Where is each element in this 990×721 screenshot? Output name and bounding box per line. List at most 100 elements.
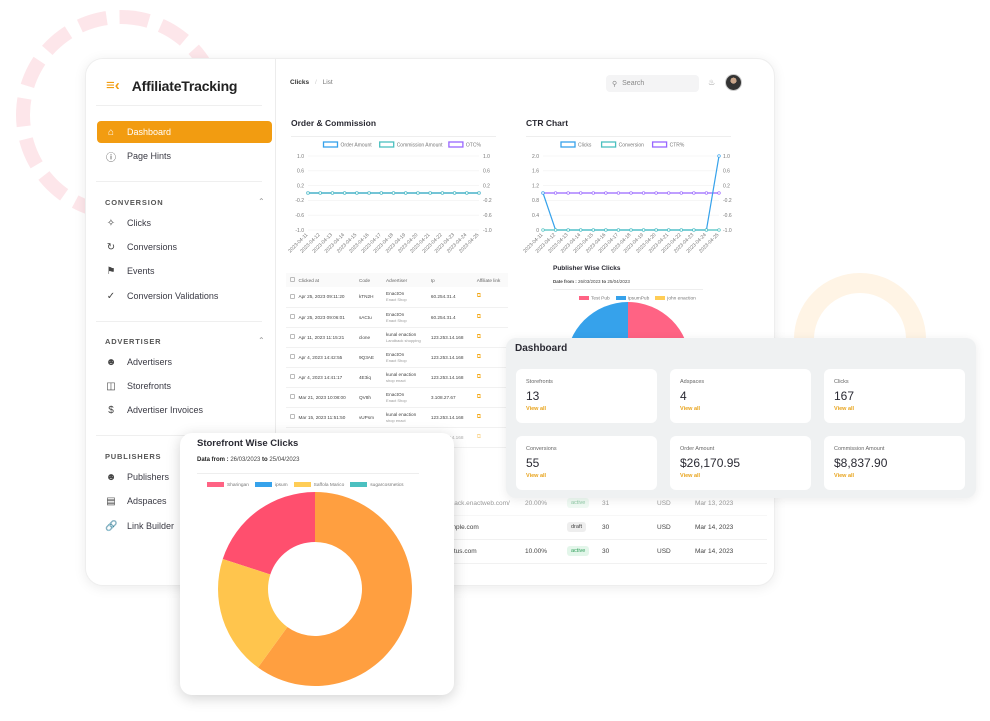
external-link-icon[interactable]: ⧉: [477, 394, 481, 400]
table-row[interactable]: Apr 25, 2023 09:06:01 sACtu EnactOn Enact S…: [286, 307, 508, 328]
divider: [96, 105, 262, 106]
affiliate-link-cell: ⧉: [476, 427, 508, 448]
stat-label: Clicks: [834, 379, 849, 385]
y-tick-label: 0.2: [297, 183, 304, 189]
external-link-icon[interactable]: ⧉: [477, 414, 481, 420]
date-to-label: to: [262, 457, 268, 463]
external-link-icon[interactable]: ⧉: [477, 374, 481, 380]
table-row[interactable]: ample.com draft 30 USD Mar 14, 2023: [447, 516, 767, 540]
advertiser-name: kunal enaction: [386, 411, 417, 417]
publisher-wise-clicks-chart: [570, 302, 686, 342]
ip-cell: 123.253.14.168: [430, 367, 477, 388]
table-row[interactable]: Apr 11, 2023 11:15:21 clone kunal enaction…: [286, 327, 508, 348]
column-header[interactable]: Code: [358, 273, 387, 287]
view-all-link[interactable]: View all: [526, 406, 546, 412]
row-checkbox[interactable]: [290, 354, 295, 359]
row-select-cell: [286, 407, 299, 428]
external-link-icon[interactable]: ⧉: [477, 354, 481, 360]
table-row[interactable]: Mar 21, 2023 10:08:00 QV8h EnactOn Enact Sh…: [286, 387, 508, 408]
affiliate-link-cell: ⧉: [476, 347, 508, 368]
sidebar-item-label: Advertisers: [127, 357, 173, 367]
row-checkbox[interactable]: [290, 394, 295, 399]
legend-item[interactable]: Sharingan: [207, 482, 249, 488]
table-row[interactable]: Apr 4, 2023 14:41:17 4E3iq kunal enaction s…: [286, 367, 508, 388]
view-all-link[interactable]: View all: [526, 473, 546, 479]
search-input[interactable]: ⚲ Search: [606, 75, 699, 92]
data-point: [342, 191, 347, 195]
legend-item[interactable]: john enaction: [655, 296, 696, 301]
sidebar-item-page-hints[interactable]: ⓘ Page Hints: [97, 145, 272, 167]
legend-item[interactable]: Saffola Marico: [293, 482, 344, 488]
user-avatar[interactable]: [725, 74, 742, 91]
clicked-at-cell: Apr 25, 2023 09:11:20: [298, 287, 359, 308]
chevron-up-icon[interactable]: ⌃: [258, 197, 265, 206]
select-all-checkbox[interactable]: [290, 277, 295, 282]
storefront-wise-clicks-card: Storefront Wise Clicks Data from : 26/03…: [180, 433, 454, 695]
external-link-icon[interactable]: ⧉: [477, 434, 481, 440]
view-all-link[interactable]: View all: [834, 473, 854, 479]
sidebar-item-label: Publishers: [127, 472, 170, 482]
menu-collapse-icon[interactable]: ≡‹: [106, 77, 120, 94]
storefront-chart-legend: Sharingan ipsum Saffola Marico sugarcosmeti…: [207, 482, 404, 488]
sidebar-item-advertisers[interactable]: ☻ Advertisers: [97, 351, 272, 373]
data-point: [428, 191, 432, 195]
column-header[interactable]: Advertiser: [386, 273, 431, 287]
clicked-at-cell: Apr 4, 2023 14:41:17: [298, 367, 359, 388]
breadcrumb-item[interactable]: Clicks: [290, 79, 309, 86]
search-icon: ⚲: [612, 80, 618, 88]
users-icon: ☻: [105, 471, 117, 483]
column-header[interactable]: Ip: [430, 273, 477, 287]
data-point: [367, 191, 371, 195]
legend-label: ipsum: [274, 482, 288, 488]
table-row[interactable]: Apr 4, 2023 14:42:55 9Q3AE EnactOn Enact Sh…: [286, 347, 508, 368]
legend-item[interactable]: IpsumPub: [615, 296, 649, 301]
sidebar-item-conversions[interactable]: ↻ Conversions: [97, 236, 272, 258]
sidebar-item-conversion-validations[interactable]: ✓ Conversion Validations: [97, 285, 272, 307]
app-logo[interactable]: ≡‹ AffiliateTracking: [106, 77, 237, 94]
code-cell: kTN2H: [358, 287, 387, 308]
sidebar-item-dashboard[interactable]: ⌂ Dashboard: [97, 121, 272, 143]
table-row[interactable]: Mar 15, 2023 11:51:50 vUPsm kunal enaction…: [286, 407, 508, 428]
advertiser-cell: EnactOn Enact Shop: [386, 307, 431, 328]
external-link-icon[interactable]: ⧉: [477, 293, 481, 299]
view-all-link[interactable]: View all: [834, 406, 854, 412]
view-all-link[interactable]: View all: [680, 406, 700, 412]
bell-icon[interactable]: ♨: [708, 78, 715, 87]
data-point: [355, 191, 359, 195]
data-point: [440, 191, 445, 195]
legend-item[interactable]: Test Pub: [579, 296, 610, 301]
sidebar-item-advertiser-invoices[interactable]: $ Advertiser Invoices: [97, 399, 272, 421]
y-tick-label: 0.8: [532, 198, 539, 204]
data-point: [591, 191, 595, 195]
table-row[interactable]: Apr 25, 2023 09:11:20 kTN2H EnactOn Enact S…: [286, 287, 508, 308]
external-link-icon[interactable]: ⧉: [477, 314, 481, 320]
row-checkbox[interactable]: [290, 374, 295, 379]
view-all-link[interactable]: View all: [680, 473, 700, 479]
stat-value: $26,170.95: [680, 456, 741, 470]
sidebar-item-clicks[interactable]: ✧ Clicks: [97, 212, 272, 234]
row-checkbox[interactable]: [290, 334, 295, 339]
stat-card-commission-amount: Commission Amount $8,837.90 View all: [824, 436, 965, 490]
row-checkbox[interactable]: [290, 414, 295, 419]
row-checkbox[interactable]: [290, 314, 295, 319]
column-header[interactable]: Clicked at: [298, 273, 359, 287]
y2-tick-label: -0.6: [723, 213, 732, 219]
data-point: [404, 191, 408, 195]
advertiser-cell: kunal enaction shop enact: [386, 407, 431, 428]
row-checkbox[interactable]: [290, 293, 295, 299]
code-cell: QV8h: [358, 387, 387, 408]
data-point: [566, 191, 570, 195]
legend-item[interactable]: ipsum: [254, 482, 288, 488]
y-tick-label: -1.0: [295, 228, 304, 234]
data-point: [679, 228, 683, 232]
storefront-wise-clicks-title: Storefront Wise Clicks: [197, 438, 299, 449]
chevron-up-icon[interactable]: ⌃: [258, 336, 265, 345]
legend-item[interactable]: sugarcosmetics: [350, 482, 404, 488]
sidebar-item-storefronts[interactable]: ◫ Storefronts: [97, 375, 272, 397]
currency-cell: USD: [657, 524, 671, 531]
external-link-icon[interactable]: ⧉: [477, 334, 481, 340]
table-row[interactable]: actus.com 10.00% active 30 USD Mar 14, 2023: [447, 540, 767, 564]
sidebar-item-events[interactable]: ⚑ Events: [97, 260, 272, 282]
stat-card-order-amount: Order Amount $26,170.95 View all: [670, 436, 811, 490]
ip-cell: 123.253.14.168: [430, 347, 477, 368]
